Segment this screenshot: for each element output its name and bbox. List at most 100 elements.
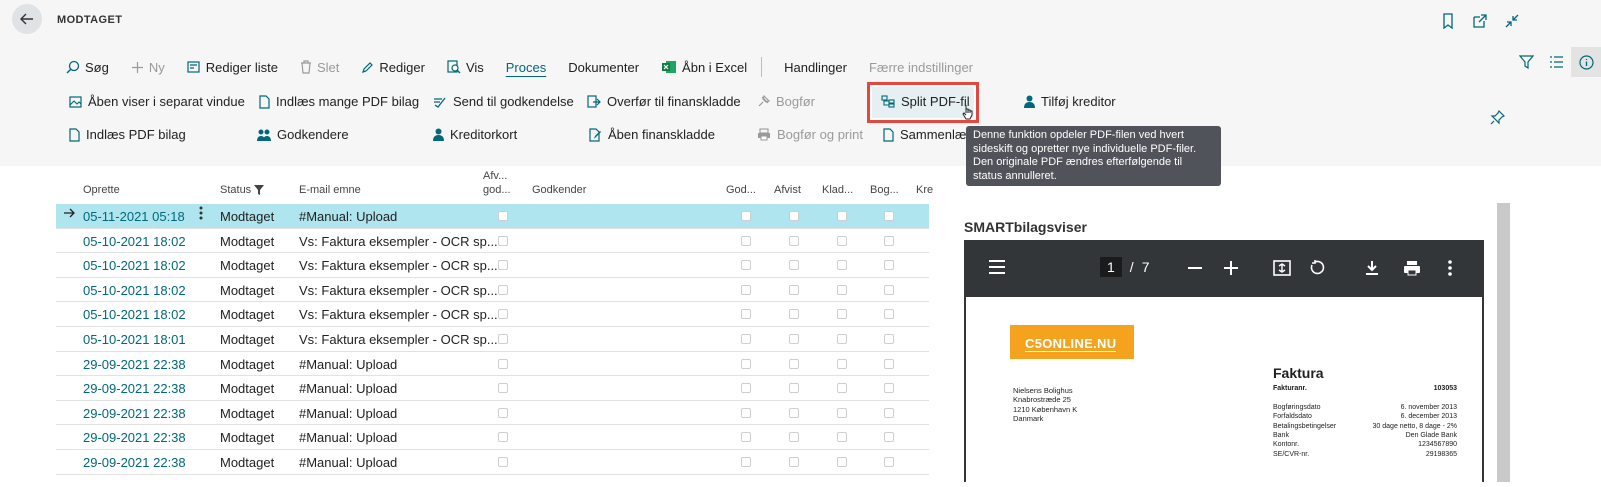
- column-header-status[interactable]: Status: [220, 184, 265, 196]
- row-checkbox[interactable]: [789, 284, 799, 295]
- row-checkbox[interactable]: [498, 333, 508, 344]
- row-checkbox[interactable]: [837, 456, 847, 467]
- viewer-scrollbar[interactable]: [1497, 203, 1510, 482]
- row-checkbox[interactable]: [837, 284, 847, 295]
- row-checkbox[interactable]: [884, 333, 894, 344]
- row-checkbox[interactable]: [741, 260, 751, 271]
- fit-page-icon[interactable]: [1273, 260, 1291, 276]
- row-checkbox[interactable]: [789, 260, 799, 271]
- open-new-window-icon[interactable]: [1471, 12, 1489, 30]
- cell-created[interactable]: 29-09-2021 22:38: [83, 381, 186, 396]
- tab-edit[interactable]: Rediger: [361, 60, 425, 75]
- row-more-options-icon[interactable]: [199, 206, 203, 223]
- row-checkbox[interactable]: [789, 211, 799, 221]
- row-checkbox[interactable]: [884, 383, 894, 394]
- row-checkbox[interactable]: [789, 333, 799, 344]
- table-row[interactable]: 29-09-2021 22:38 Modtaget #Manual: Upload: [56, 376, 929, 401]
- row-checkbox[interactable]: [837, 432, 847, 443]
- tab-documents[interactable]: Dokumenter: [568, 60, 639, 75]
- zoom-in-icon[interactable]: [1224, 261, 1238, 275]
- pin-icon[interactable]: [1490, 109, 1506, 130]
- table-row[interactable]: 29-09-2021 22:38 Modtaget #Manual: Upload: [56, 425, 929, 450]
- row-checkbox[interactable]: [498, 456, 508, 467]
- cell-created[interactable]: 05-10-2021 18:02: [83, 283, 186, 298]
- row-checkbox[interactable]: [837, 235, 847, 246]
- row-checkbox[interactable]: [498, 432, 508, 443]
- load-many-pdf-button[interactable]: Indlæs mange PDF bilag: [259, 94, 419, 109]
- row-checkbox[interactable]: [789, 407, 799, 418]
- list-view-button[interactable]: [1541, 47, 1571, 77]
- bookmark-icon[interactable]: [1439, 12, 1457, 30]
- table-row[interactable]: 05-11-2021 05:18 Modtaget #Manual: Upload: [56, 204, 929, 229]
- column-header-rejected-approval-1[interactable]: Afv...: [483, 170, 507, 182]
- row-checkbox[interactable]: [837, 333, 847, 344]
- row-checkbox[interactable]: [741, 407, 751, 418]
- cell-created[interactable]: 05-10-2021 18:01: [83, 332, 186, 347]
- collapse-icon[interactable]: [1503, 12, 1521, 30]
- row-checkbox[interactable]: [884, 284, 894, 295]
- tab-edit-list[interactable]: Rediger liste: [187, 60, 278, 75]
- row-checkbox[interactable]: [884, 358, 894, 369]
- row-checkbox[interactable]: [837, 383, 847, 394]
- tab-fewer-options[interactable]: Færre indstillinger: [869, 60, 973, 75]
- transfer-journal-button[interactable]: Overfør til finanskladde: [587, 94, 741, 109]
- vendor-card-button[interactable]: Kreditorkort: [433, 127, 517, 142]
- open-journal-button[interactable]: Åben finanskladde: [589, 127, 715, 142]
- row-checkbox[interactable]: [498, 358, 508, 369]
- merge-button[interactable]: Sammenlæg: [883, 127, 974, 142]
- table-row[interactable]: 29-09-2021 22:38 Modtaget #Manual: Upload: [56, 450, 929, 475]
- table-row[interactable]: 29-09-2021 22:38 Modtaget #Manual: Upload: [56, 401, 929, 426]
- column-header-rejected-approval-2[interactable]: god...: [483, 184, 511, 196]
- table-row[interactable]: 29-09-2021 22:38 Modtaget #Manual: Upload: [56, 352, 929, 377]
- row-checkbox[interactable]: [884, 432, 894, 443]
- filter-button[interactable]: [1511, 47, 1541, 77]
- row-checkbox[interactable]: [789, 432, 799, 443]
- row-checkbox[interactable]: [789, 383, 799, 394]
- row-checkbox[interactable]: [837, 309, 847, 320]
- row-checkbox[interactable]: [789, 358, 799, 369]
- row-checkbox[interactable]: [498, 211, 508, 221]
- cell-created[interactable]: 05-10-2021 18:02: [83, 234, 186, 249]
- row-checkbox[interactable]: [498, 407, 508, 418]
- page-current[interactable]: 1: [1100, 257, 1122, 277]
- print-icon[interactable]: [1403, 260, 1421, 276]
- row-checkbox[interactable]: [837, 358, 847, 369]
- row-checkbox[interactable]: [884, 407, 894, 418]
- download-icon[interactable]: [1365, 260, 1379, 276]
- post-print-button[interactable]: Bogfør og print: [757, 127, 863, 142]
- more-options-icon[interactable]: [1448, 260, 1452, 276]
- column-header-journal[interactable]: Klad...: [822, 184, 853, 196]
- info-pane-button[interactable]: [1571, 47, 1601, 77]
- zoom-out-icon[interactable]: [1188, 267, 1202, 269]
- row-checkbox[interactable]: [789, 456, 799, 467]
- column-header-posted[interactable]: Bog...: [870, 184, 899, 196]
- row-checkbox[interactable]: [741, 211, 751, 221]
- row-checkbox[interactable]: [498, 260, 508, 271]
- rotate-icon[interactable]: [1309, 259, 1325, 276]
- send-approval-button[interactable]: Send til godkendelse: [433, 94, 574, 109]
- row-checkbox[interactable]: [498, 309, 508, 320]
- tab-open-excel[interactable]: Åbn i Excel: [661, 60, 747, 75]
- tab-view[interactable]: Vis: [447, 60, 484, 75]
- column-header-rejected[interactable]: Afvist: [774, 184, 801, 196]
- post-button[interactable]: Bogfør: [757, 94, 815, 109]
- row-checkbox[interactable]: [884, 456, 894, 467]
- cell-created[interactable]: 29-09-2021 22:38: [83, 430, 186, 445]
- row-checkbox[interactable]: [837, 260, 847, 271]
- tab-process[interactable]: Proces: [506, 60, 546, 75]
- row-checkbox[interactable]: [837, 407, 847, 418]
- menu-icon[interactable]: [988, 260, 1006, 274]
- row-checkbox[interactable]: [789, 235, 799, 246]
- row-checkbox[interactable]: [498, 383, 508, 394]
- column-header-approved[interactable]: God...: [726, 184, 756, 196]
- table-row[interactable]: 05-10-2021 18:02 Modtaget Vs: Faktura ekse…: [56, 278, 929, 303]
- tab-search[interactable]: Søg: [66, 60, 109, 75]
- column-header-approver[interactable]: Godkender: [532, 184, 586, 196]
- tab-new[interactable]: Ny: [131, 60, 165, 75]
- column-header-subject[interactable]: E-mail emne: [299, 184, 361, 196]
- tab-actions[interactable]: Handlinger: [784, 60, 847, 75]
- row-checkbox[interactable]: [741, 383, 751, 394]
- cell-created[interactable]: 05-10-2021 18:02: [83, 258, 186, 273]
- add-vendor-button[interactable]: Tilføj kreditor: [1024, 94, 1116, 109]
- row-checkbox[interactable]: [884, 309, 894, 320]
